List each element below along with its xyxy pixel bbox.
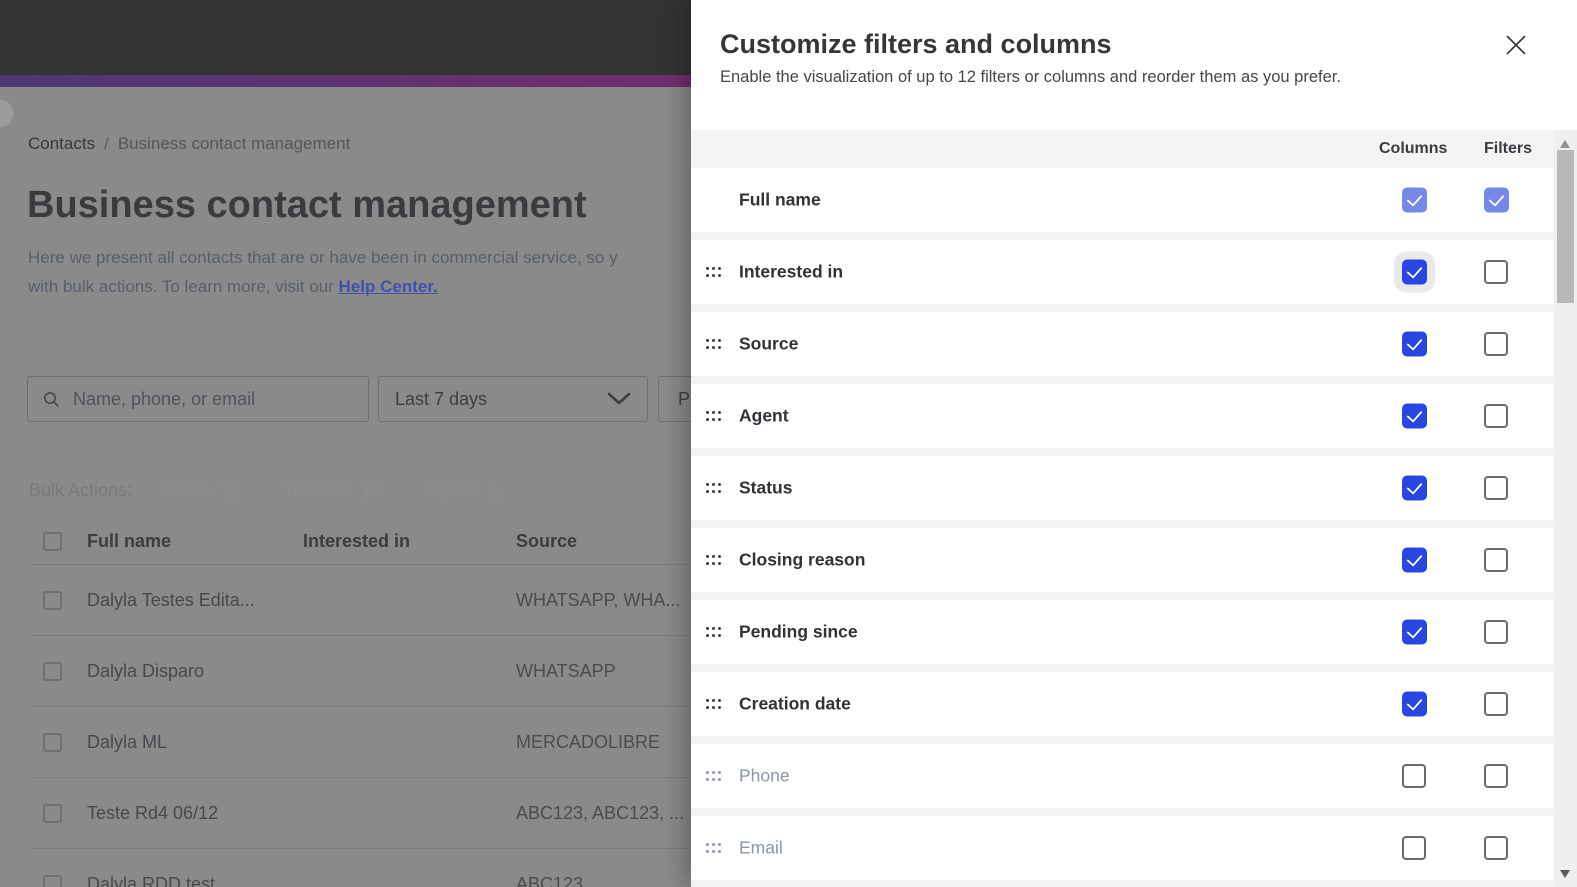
filters-checkbox[interactable] (1484, 404, 1508, 428)
search-placeholder: Name, phone, or email (73, 388, 256, 409)
customize-item-label: Source (739, 333, 799, 354)
column-header-full-name: Full name (87, 530, 172, 551)
close-button[interactable] (1505, 29, 1537, 61)
drag-handle-icon[interactable] (706, 771, 709, 774)
modal-title: Customize filters and columns (720, 29, 1112, 59)
row-checkbox[interactable] (43, 732, 62, 752)
filters-checkbox[interactable] (1484, 692, 1508, 716)
filters-checkbox[interactable] (1484, 836, 1508, 860)
filters-checkbox[interactable] (1484, 476, 1508, 500)
columns-checkbox[interactable] (1402, 403, 1427, 429)
bulk-export-button[interactable]: Export (423, 480, 505, 501)
customize-item-row: Source (691, 312, 1554, 376)
customize-item-row: Creation date (691, 672, 1554, 736)
customize-item-label: Status (739, 477, 793, 498)
customize-item-label: Closing reason (739, 549, 866, 570)
customize-item-row: Agent (691, 384, 1554, 448)
date-range-select[interactable]: Last 7 days (378, 376, 648, 422)
row-checkbox[interactable] (43, 874, 62, 887)
customize-item-label: Pending since (739, 621, 858, 642)
drag-handle-icon[interactable] (706, 843, 709, 846)
customize-item-row: Interested in (691, 240, 1554, 304)
customize-item-row: Closing reason (691, 528, 1554, 592)
close-icon (1506, 35, 1526, 55)
customize-item-row: Status (691, 456, 1554, 520)
filters-checkbox[interactable] (1484, 548, 1508, 572)
customize-item-row: Pending since (691, 600, 1554, 664)
scroll-down-arrow-icon[interactable] (1560, 870, 1570, 878)
modal-subtitle: Enable the visualization of up to 12 fil… (720, 68, 1341, 86)
select-all-checkbox[interactable] (43, 531, 62, 551)
row-checkbox[interactable] (43, 661, 62, 681)
columns-checkbox[interactable] (1402, 619, 1427, 645)
drag-handle-icon[interactable] (706, 411, 709, 414)
customize-item-row: Full name (691, 168, 1554, 232)
archive-icon (222, 482, 240, 498)
customize-item-label: Phone (739, 765, 790, 786)
bulk-transfer-button[interactable]: Transfer (283, 480, 381, 501)
customize-items-list: Full name Interested in Source Agent Sta… (691, 168, 1554, 887)
columns-checkbox[interactable] (1402, 691, 1427, 717)
cell-full-name: Dalyla Disparo (87, 660, 205, 681)
columns-checkbox[interactable] (1402, 475, 1427, 501)
download-icon (489, 481, 503, 498)
drag-handle-icon[interactable] (706, 627, 709, 630)
columns-checkbox[interactable] (1402, 331, 1427, 357)
drag-handle-icon[interactable] (706, 267, 709, 270)
drag-handle-icon[interactable] (706, 339, 709, 342)
filters-checkbox[interactable] (1484, 187, 1509, 213)
customize-item-row: Email (691, 816, 1554, 880)
help-center-link[interactable]: Help Center. (339, 277, 438, 296)
customize-item-label: Full name (739, 189, 821, 210)
breadcrumb-current: Business contact management (117, 134, 351, 153)
breadcrumb-contacts-link[interactable]: Contacts (28, 134, 95, 153)
scrollbar-thumb[interactable] (1557, 150, 1574, 303)
drag-handle-icon[interactable] (706, 699, 709, 702)
columns-header-label: Columns (1379, 140, 1448, 157)
search-input[interactable]: Name, phone, or email (27, 376, 369, 422)
columns-checkbox[interactable] (1402, 547, 1427, 573)
breadcrumb-separator: / (104, 134, 109, 153)
description-line-2: with bulk actions. To learn more, visit … (28, 277, 339, 296)
modal-scrollbar[interactable] (1554, 130, 1577, 887)
columns-checkbox[interactable] (1402, 187, 1427, 213)
transfer-icon (362, 482, 380, 498)
filters-checkbox[interactable] (1484, 332, 1508, 356)
row-checkbox[interactable] (43, 590, 62, 610)
customize-item-label: Email (739, 837, 783, 858)
bulk-actions-label: Bulk Actions: (29, 479, 133, 500)
bulk-actions-bar: Bulk Actions: Close Transfer Export (29, 477, 547, 503)
page-description: Here we present all contacts that are or… (28, 243, 691, 301)
customize-filters-modal: Customize filters and columns Enable the… (691, 0, 1577, 887)
drag-handle-icon[interactable] (706, 555, 709, 558)
scroll-up-arrow-icon[interactable] (1560, 140, 1570, 148)
list-header: Columns Filters (691, 130, 1554, 168)
description-line-1: Here we present all contacts that are or… (28, 248, 618, 267)
cell-full-name: Teste Rd4 06/12 (87, 802, 219, 823)
search-icon (44, 391, 60, 407)
columns-checkbox[interactable] (1402, 259, 1427, 285)
customize-item-label: Creation date (739, 693, 851, 714)
date-range-value: Last 7 days (395, 388, 488, 409)
bulk-close-button[interactable]: Close (164, 480, 241, 501)
customize-item-label: Interested in (739, 261, 844, 282)
columns-checkbox[interactable] (1402, 836, 1426, 860)
customize-item-row: Phone (691, 744, 1554, 808)
customize-item-label: Agent (739, 405, 789, 426)
filters-checkbox[interactable] (1484, 260, 1508, 284)
cell-full-name: Dalyla ML (87, 731, 168, 752)
filters-checkbox[interactable] (1484, 620, 1508, 644)
chevron-down-icon (607, 392, 631, 405)
filters-header-label: Filters (1484, 140, 1533, 157)
cell-full-name: Dalyla RDD test... (87, 873, 231, 887)
column-header-interested-in: Interested in (303, 530, 411, 551)
filters-checkbox[interactable] (1484, 764, 1508, 788)
drag-handle-icon[interactable] (706, 483, 709, 486)
row-checkbox[interactable] (43, 803, 62, 823)
columns-checkbox[interactable] (1402, 764, 1426, 788)
drawer-handle[interactable] (0, 99, 14, 128)
page-title: Business contact management (27, 184, 587, 226)
breadcrumb: Contacts / Business contact management (28, 134, 350, 154)
cell-full-name: Dalyla Testes Edita... (87, 589, 255, 610)
